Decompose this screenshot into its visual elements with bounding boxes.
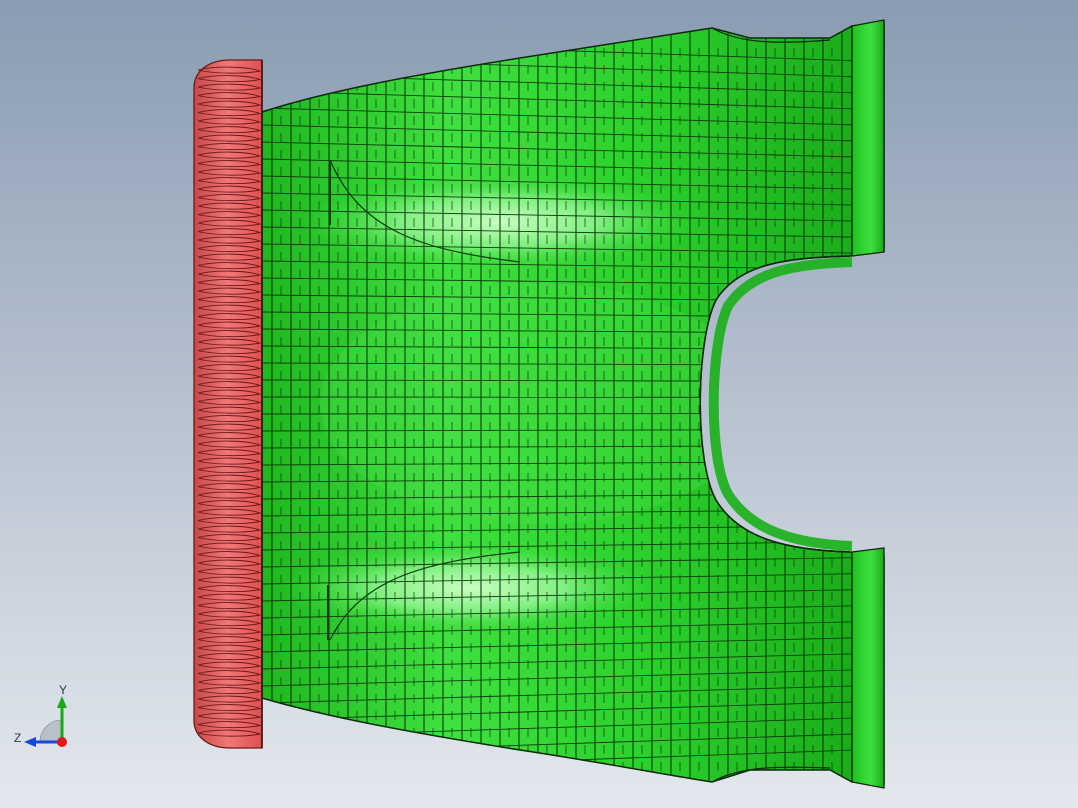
x-axis-dot bbox=[57, 737, 67, 747]
ribbed-flange-icon[interactable] bbox=[193, 59, 263, 749]
lower-lobe-highlight bbox=[280, 542, 660, 634]
graphics-viewport[interactable]: Y Z bbox=[0, 0, 1078, 808]
triad-z-label: Z bbox=[14, 731, 22, 745]
triad-y-label: Y bbox=[59, 683, 68, 697]
lower-port-flange bbox=[851, 547, 885, 789]
upper-port-flange bbox=[851, 19, 885, 257]
model-view[interactable] bbox=[0, 0, 1078, 808]
coordinate-triad-icon: Y Z bbox=[10, 684, 76, 754]
